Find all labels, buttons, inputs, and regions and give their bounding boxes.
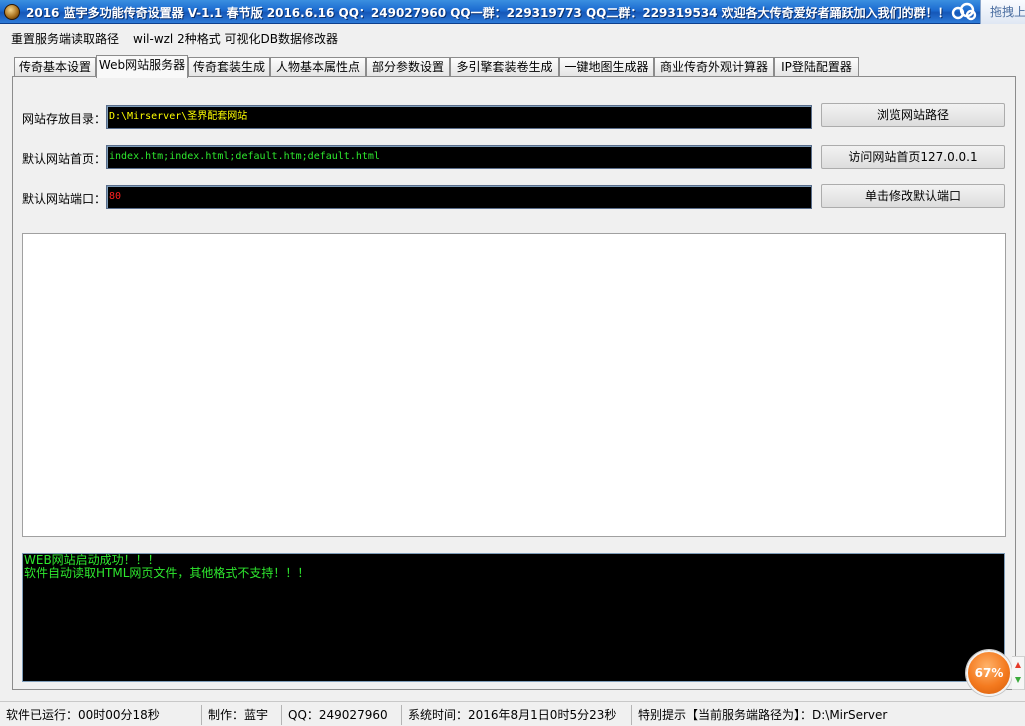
port-label: 默认网站端口：	[22, 192, 107, 206]
tab-multi-engine[interactable]: 多引擎套装卷生成	[450, 57, 559, 77]
status-author: 制作：蓝宇	[202, 705, 282, 725]
drag-upload-button[interactable]: 拖拽上	[980, 0, 1025, 24]
menu-db-editor[interactable]: wil-wzl 2种格式 可视化DB数据修改器	[133, 30, 338, 47]
menu-reset-path[interactable]: 重置服务端读取路径	[11, 30, 119, 47]
app-window: 2016 蓝宇多功能传奇设置器 V-1.1 春节版 2016.6.16 QQ：2…	[0, 0, 1025, 726]
log-output[interactable]: WEB网站启动成功！！！ 软件自动读取HTML网页文件，其他格式不支持！！！	[22, 553, 1005, 682]
tab-map-gen[interactable]: 一键地图生成器	[559, 57, 654, 77]
window-title: 2016 蓝宇多功能传奇设置器 V-1.1 春节版 2016.6.16 QQ：2…	[26, 6, 950, 20]
tab-legend-basic[interactable]: 传奇基本设置	[14, 57, 96, 77]
status-qq: QQ：249027960	[282, 705, 402, 725]
speed-widget[interactable]: 67%	[966, 650, 1012, 696]
tab-ip-login[interactable]: IP登陆配置器	[774, 57, 859, 77]
home-page-label: 默认网站首页：	[22, 152, 107, 166]
tab-web-server[interactable]: Web网站服务器	[96, 55, 188, 78]
app-logo-icon	[4, 4, 20, 20]
menu-bar: 重置服务端读取路径 wil-wzl 2种格式 可视化DB数据修改器	[0, 25, 1025, 49]
status-system-time: 系统时间：2016年8月1日0时5分23秒	[402, 705, 632, 725]
status-bar: 软件已运行：00时00分18秒 制作：蓝宇 QQ：249027960 系统时间：…	[0, 701, 1025, 726]
port-input[interactable]: 80	[106, 185, 812, 209]
tab-params[interactable]: 部分参数设置	[366, 57, 450, 77]
title-bar[interactable]: 2016 蓝宇多功能传奇设置器 V-1.1 春节版 2016.6.16 QQ：2…	[0, 0, 1025, 24]
site-dir-label: 网站存放目录：	[22, 112, 107, 126]
upload-arrow-icon	[1015, 662, 1021, 668]
tab-char-attr[interactable]: 人物基本属性点	[270, 57, 366, 77]
log-line: 软件自动读取HTML网页文件，其他格式不支持！！！	[24, 566, 310, 580]
tab-appearance-calc[interactable]: 商业传奇外观计算器	[654, 57, 774, 77]
change-port-button[interactable]: 单击修改默认端口	[821, 184, 1005, 208]
home-page-input[interactable]: index.htm;index.html;default.htm;default…	[106, 145, 812, 169]
download-arrow-icon	[1015, 677, 1021, 683]
cloud-icon[interactable]	[946, 0, 980, 24]
speed-widget-side[interactable]	[1012, 656, 1025, 690]
site-dir-input[interactable]: D:\Mirserver\圣界配套网站	[106, 105, 812, 129]
tab-suit-gen[interactable]: 传奇套装生成	[188, 57, 270, 77]
status-notice: 特别提示【当前服务端路径为】：D:\MirServer	[638, 708, 888, 722]
browse-path-button[interactable]: 浏览网站路径	[821, 103, 1005, 127]
web-preview-area[interactable]	[22, 233, 1006, 537]
tab-strip: 传奇基本设置 Web网站服务器 传奇套装生成 人物基本属性点 部分参数设置 多引…	[14, 55, 1014, 78]
status-runtime: 软件已运行：00时00分18秒	[0, 705, 202, 725]
visit-home-button[interactable]: 访问网站首页127.0.0.1	[821, 145, 1005, 169]
